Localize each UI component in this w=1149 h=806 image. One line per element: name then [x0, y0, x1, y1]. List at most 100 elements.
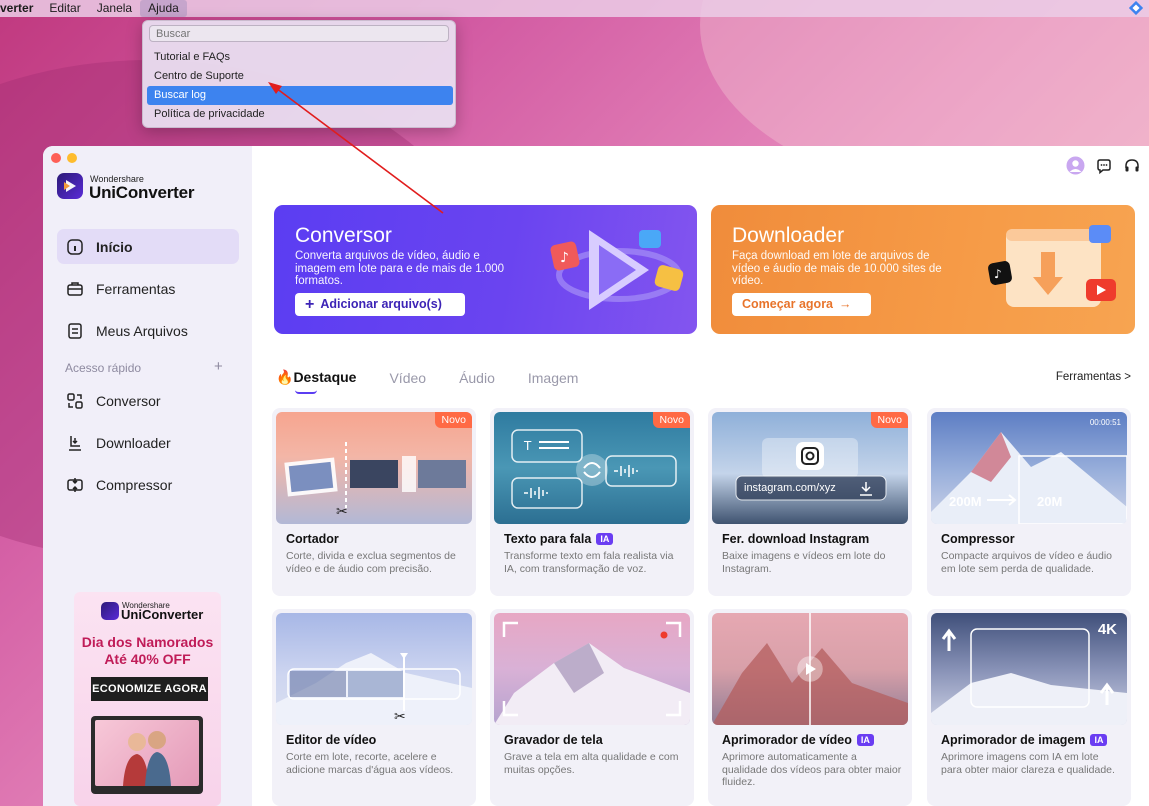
- sidebar-item-compressor[interactable]: Compressor: [57, 467, 239, 502]
- card-thumbnail: 200M 20M 00:00:51: [931, 412, 1127, 524]
- new-badge: Novo: [871, 412, 908, 428]
- card-title-text: Fer. download Instagram: [722, 532, 870, 546]
- chat-icon[interactable]: [1094, 156, 1113, 175]
- tab-imagem[interactable]: Imagem: [528, 370, 579, 386]
- downloader-icon: [66, 434, 84, 452]
- svg-text:♪: ♪: [560, 250, 569, 266]
- ia-badge: IA: [856, 734, 874, 746]
- status-app-icon[interactable]: [1129, 1, 1143, 15]
- tool-card-aprimorador-de-imagem[interactable]: 4K Aprimorador de imagem IA Aprimore imag…: [927, 609, 1131, 806]
- card-thumbnail: [712, 613, 908, 725]
- tab-destaque[interactable]: 🔥Destaque: [276, 369, 357, 394]
- promo-brand-product: UniConverter: [121, 607, 204, 622]
- compress-to-size: 20M: [1037, 494, 1063, 509]
- new-badge: Novo: [653, 412, 690, 428]
- card-title: Fer. download Instagram: [722, 532, 869, 546]
- quick-access-label: Acesso rápido: [65, 361, 142, 375]
- start-now-button[interactable]: Começar agora →: [732, 293, 871, 316]
- downloader-banner[interactable]: Downloader Faça download em lote de arqu…: [711, 205, 1135, 334]
- promo-logo-icon: [101, 602, 119, 620]
- converter-illustration: ♪: [550, 230, 684, 310]
- sidebar-item-label: Compressor: [96, 476, 173, 493]
- card-title-text: Gravador de tela: [504, 733, 603, 747]
- quick-access-add-button[interactable]: +: [214, 358, 223, 375]
- card-title: Aprimorador de vídeo IA: [722, 733, 874, 747]
- converter-banner[interactable]: Conversor Converta arquivos de vídeo, áu…: [274, 205, 697, 334]
- tools-link[interactable]: Ferramentas >: [1056, 371, 1131, 383]
- sidebar-item-label: Meus Arquivos: [96, 322, 188, 339]
- converter-icon: [66, 392, 84, 410]
- menu-janela[interactable]: Janela: [89, 0, 140, 17]
- sidebar-item-inicio[interactable]: Início: [57, 229, 239, 264]
- promo-title-line2: Até 40% OFF: [104, 651, 191, 667]
- promo-title: Dia dos Namorados Até 40% OFF: [74, 634, 221, 668]
- card-title-text: Aprimorador de imagem: [941, 733, 1086, 747]
- menu-app[interactable]: verter: [0, 0, 41, 17]
- add-files-button[interactable]: + Adicionar arquivo(s): [295, 293, 465, 316]
- compress-from-size: 200M: [949, 494, 982, 509]
- card-title: Compressor: [941, 532, 1015, 546]
- card-thumbnail: 4K: [931, 613, 1127, 725]
- svg-text:✂: ✂: [336, 504, 348, 520]
- sidebar-item-label: Conversor: [96, 392, 161, 409]
- sidebar-item-label: Início: [96, 238, 133, 255]
- card-description: Aprimore imagens com IA em lote para obt…: [941, 751, 1115, 776]
- sidebar-item-ferramentas[interactable]: Ferramentas: [57, 271, 239, 306]
- svg-text:✂: ✂: [394, 709, 406, 725]
- promo-title-line1: Dia dos Namorados: [81, 634, 214, 650]
- new-badge: Novo: [435, 412, 472, 428]
- card-thumbnail: T Novo: [494, 412, 690, 524]
- menu-item-tutorial[interactable]: Tutorial e FAQs: [147, 48, 453, 67]
- promo-cta-button[interactable]: ECONOMIZE AGORA: [91, 677, 208, 701]
- close-window-button[interactable]: [51, 153, 61, 163]
- card-title: Cortador: [286, 532, 339, 546]
- toolbox-icon: [66, 280, 84, 298]
- top-toolbar: [1066, 156, 1141, 175]
- menu-item-privacy[interactable]: Política de privacidade: [147, 105, 453, 124]
- card-title-text: Cortador: [286, 532, 339, 546]
- promo-banner[interactable]: Wondershare UniConverter Dia dos Namorad…: [74, 592, 221, 806]
- sidebar-item-downloader[interactable]: Downloader: [57, 425, 239, 460]
- tab-audio[interactable]: Áudio: [459, 370, 495, 386]
- sidebar-item-label: Downloader: [96, 434, 171, 451]
- tool-card-texto-para-fala[interactable]: T Novo Texto para fala IA Transforme text…: [490, 408, 694, 596]
- menu-item-support[interactable]: Centro de Suporte: [147, 67, 453, 86]
- help-menu-dropdown: Tutorial e FAQs Centro de Suporte Buscar…: [142, 20, 456, 128]
- avatar[interactable]: [1066, 156, 1085, 175]
- svg-text:♪: ♪: [994, 267, 1002, 281]
- menu-editar[interactable]: Editar: [41, 0, 88, 17]
- category-tabs: 🔥Destaque Vídeo Áudio Imagem: [276, 369, 611, 394]
- card-description: Baixe imagens e vídeos em lote do Instag…: [722, 550, 886, 575]
- tab-label: Destaque: [293, 369, 357, 385]
- menubar: verter Editar Janela Ajuda: [0, 0, 1149, 17]
- instagram-url-text: instagram.com/xyz: [744, 482, 836, 494]
- sidebar-item-conversor[interactable]: Conversor: [57, 383, 239, 418]
- help-search-input[interactable]: [149, 25, 449, 42]
- card-title-text: Compressor: [941, 532, 1015, 546]
- tool-card-gravador-de-tela[interactable]: Gravador de tela Grave a tela em alta qu…: [490, 609, 694, 806]
- tool-card-aprimorador-de-video[interactable]: Aprimorador de vídeo IA Aprimore automati…: [708, 609, 912, 806]
- tool-card-instagram-downloader[interactable]: instagram.com/xyz Novo Fer. download Ins…: [708, 408, 912, 596]
- minimize-window-button[interactable]: [67, 153, 77, 163]
- sidebar: Wondershare UniConverter Início Ferramen…: [43, 146, 252, 806]
- tool-card-compressor[interactable]: 200M 20M 00:00:51 Compressor Compacte ar…: [927, 408, 1131, 596]
- tool-card-cortador[interactable]: ✂ Novo Cortador Corte, divida e exclua s…: [272, 408, 476, 596]
- menu-item-search-log[interactable]: Buscar log: [147, 86, 453, 105]
- tab-video[interactable]: Vídeo: [389, 370, 426, 386]
- files-icon: [66, 322, 84, 340]
- home-icon: [66, 238, 84, 256]
- app-window: Wondershare UniConverter Início Ferramen…: [43, 146, 1149, 806]
- card-description: Compacte arquivos de vídeo e áudio em lo…: [941, 550, 1113, 575]
- promo-laptop-image: [91, 716, 203, 794]
- tool-card-editor-de-video[interactable]: ✂ Editor de vídeo Corte em lote, recorte…: [272, 609, 476, 806]
- sidebar-item-meus-arquivos[interactable]: Meus Arquivos: [57, 313, 239, 348]
- menu-ajuda[interactable]: Ajuda: [140, 0, 187, 17]
- video-timestamp: 00:00:51: [1089, 418, 1121, 427]
- card-description: Aprimore automaticamente a qualidade dos…: [722, 751, 902, 788]
- card-title-text: Texto para fala: [504, 532, 592, 546]
- app-logo-icon: [57, 173, 83, 199]
- promo-couple-photo: [95, 720, 199, 786]
- headset-icon[interactable]: [1122, 156, 1141, 175]
- card-thumbnail: ✂ Novo: [276, 412, 472, 524]
- converter-desc: Converta arquivos de vídeo, áudio e imag…: [295, 250, 505, 287]
